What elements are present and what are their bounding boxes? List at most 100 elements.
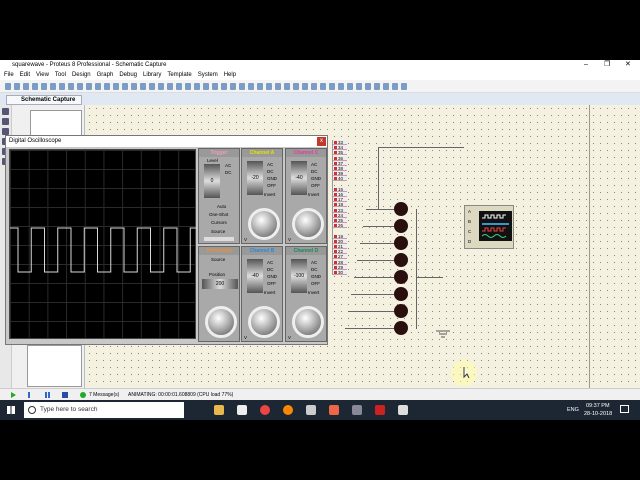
horizontal-position-slider[interactable]: 200 xyxy=(202,279,238,289)
close-button[interactable]: ✕ xyxy=(625,60,631,70)
menu-library[interactable]: Library xyxy=(143,72,161,78)
toolbar-button-icon[interactable] xyxy=(391,83,398,90)
toolbar-button-icon[interactable] xyxy=(121,83,128,90)
mode-dc[interactable]: DC xyxy=(267,169,274,174)
toolbar-button-icon[interactable] xyxy=(130,83,137,90)
toolbar-button-icon[interactable] xyxy=(373,83,380,90)
mode-dc[interactable]: DC xyxy=(311,169,318,174)
toolbar-button-icon[interactable] xyxy=(220,83,227,90)
tab-schematic-capture[interactable]: Schematic Capture x xyxy=(6,95,82,112)
mode-gnd[interactable]: GND xyxy=(311,176,321,181)
mode-off[interactable]: OFF xyxy=(311,183,320,188)
toolbar-button-icon[interactable] xyxy=(85,83,92,90)
clock-time[interactable]: 09:37 PM xyxy=(586,403,610,409)
channel-position-slider[interactable]: -40 xyxy=(247,259,263,293)
one-shot-button[interactable]: One-Shot xyxy=(209,212,228,217)
maximize-button[interactable]: ❐ xyxy=(604,60,610,70)
invert-button[interactable]: Invert xyxy=(308,290,319,295)
toolbar-button-icon[interactable] xyxy=(76,83,83,90)
toolbar-button-icon[interactable] xyxy=(211,83,218,90)
step-button[interactable] xyxy=(28,392,34,398)
toolbar-button-icon[interactable] xyxy=(355,83,362,90)
led[interactable] xyxy=(394,304,408,318)
toolbar-button-icon[interactable] xyxy=(13,83,20,90)
channel-position-slider[interactable]: -40 xyxy=(291,161,307,195)
led[interactable] xyxy=(394,236,408,250)
led[interactable] xyxy=(394,219,408,233)
tool-icon[interactable] xyxy=(2,128,9,135)
toolbar-button-icon[interactable] xyxy=(301,83,308,90)
stop-button[interactable] xyxy=(62,392,68,398)
taskbar-search[interactable]: Type here to search xyxy=(24,402,184,418)
mode-ac[interactable]: AC xyxy=(267,260,273,265)
toolbar-button-icon[interactable] xyxy=(4,83,11,90)
timebase-knob[interactable] xyxy=(205,306,237,338)
language-indicator[interactable]: ENG xyxy=(567,407,579,413)
clock-date[interactable]: 28-10-2018 xyxy=(584,411,612,417)
mode-off[interactable]: OFF xyxy=(267,183,276,188)
led[interactable] xyxy=(394,287,408,301)
auto-button[interactable]: Auto xyxy=(217,204,226,209)
source-slider[interactable] xyxy=(204,237,234,241)
toolbar-button-icon[interactable] xyxy=(292,83,299,90)
volts-per-div-knob[interactable] xyxy=(292,306,324,338)
oscilloscope-title-bar[interactable]: Digital Oscilloscope xyxy=(6,136,327,147)
toolbar-button-icon[interactable] xyxy=(67,83,74,90)
toolbar-button-icon[interactable] xyxy=(184,83,191,90)
toolbar-button-icon[interactable] xyxy=(40,83,47,90)
mode-off[interactable]: OFF xyxy=(311,281,320,286)
toolbar-button-icon[interactable] xyxy=(328,83,335,90)
tool-icon[interactable] xyxy=(2,118,9,125)
channel-position-slider[interactable]: -20 xyxy=(247,161,263,195)
menu-help[interactable]: Help xyxy=(224,72,236,78)
toolbar-button-icon[interactable] xyxy=(265,83,272,90)
toolbar-button-icon[interactable] xyxy=(94,83,101,90)
volts-per-div-knob[interactable] xyxy=(248,306,280,338)
app-m-icon[interactable] xyxy=(375,405,385,415)
windows-start-icon[interactable] xyxy=(7,406,15,414)
invert-button[interactable]: Invert xyxy=(264,290,275,295)
menu-template[interactable]: Template xyxy=(167,72,191,78)
toolbar-button-icon[interactable] xyxy=(175,83,182,90)
volts-per-div-knob[interactable] xyxy=(248,208,280,240)
toolbar-button-icon[interactable] xyxy=(310,83,317,90)
toolbar-button-icon[interactable] xyxy=(382,83,389,90)
device-list[interactable] xyxy=(27,345,82,387)
toolbar-button-icon[interactable] xyxy=(202,83,209,90)
led[interactable] xyxy=(394,202,408,216)
toolbar-button-icon[interactable] xyxy=(256,83,263,90)
mode-ac[interactable]: AC xyxy=(311,162,317,167)
led[interactable] xyxy=(394,253,408,267)
oscilloscope-close-button[interactable]: x xyxy=(317,137,326,146)
pause-button[interactable] xyxy=(45,392,50,398)
toolbar-button-icon[interactable] xyxy=(229,83,236,90)
toolbar-button-icon[interactable] xyxy=(274,83,281,90)
toolbar-button-icon[interactable] xyxy=(49,83,56,90)
menu-edit[interactable]: Edit xyxy=(20,72,30,78)
toolbar-button-icon[interactable] xyxy=(337,83,344,90)
toolbar-button-icon[interactable] xyxy=(148,83,155,90)
mode-gnd[interactable]: GND xyxy=(267,176,277,181)
toolbar-button-icon[interactable] xyxy=(193,83,200,90)
oscilloscope-component[interactable]: A B C D xyxy=(464,205,514,249)
menu-view[interactable]: View xyxy=(36,72,49,78)
toolbar-button-icon[interactable] xyxy=(103,83,110,90)
invert-button[interactable]: Invert xyxy=(308,192,319,197)
menu-tool[interactable]: Tool xyxy=(55,72,66,78)
toolbar-button-icon[interactable] xyxy=(166,83,173,90)
toolbar-button-icon[interactable] xyxy=(112,83,119,90)
firefox-icon[interactable] xyxy=(283,405,293,415)
menu-design[interactable]: Design xyxy=(72,72,91,78)
notifications-icon[interactable] xyxy=(620,405,629,413)
mode-ac[interactable]: AC xyxy=(267,162,273,167)
volts-per-div-knob[interactable] xyxy=(292,208,324,240)
mode-off[interactable]: OFF xyxy=(267,281,276,286)
toolbar-button-icon[interactable] xyxy=(31,83,38,90)
mode-gnd[interactable]: GND xyxy=(267,274,277,279)
app-icon[interactable] xyxy=(237,405,247,415)
menu-graph[interactable]: Graph xyxy=(97,72,114,78)
calculator-icon[interactable] xyxy=(306,405,316,415)
chrome-icon[interactable] xyxy=(260,405,270,415)
toolbar-button-icon[interactable] xyxy=(247,83,254,90)
toolbar-button-icon[interactable] xyxy=(319,83,326,90)
